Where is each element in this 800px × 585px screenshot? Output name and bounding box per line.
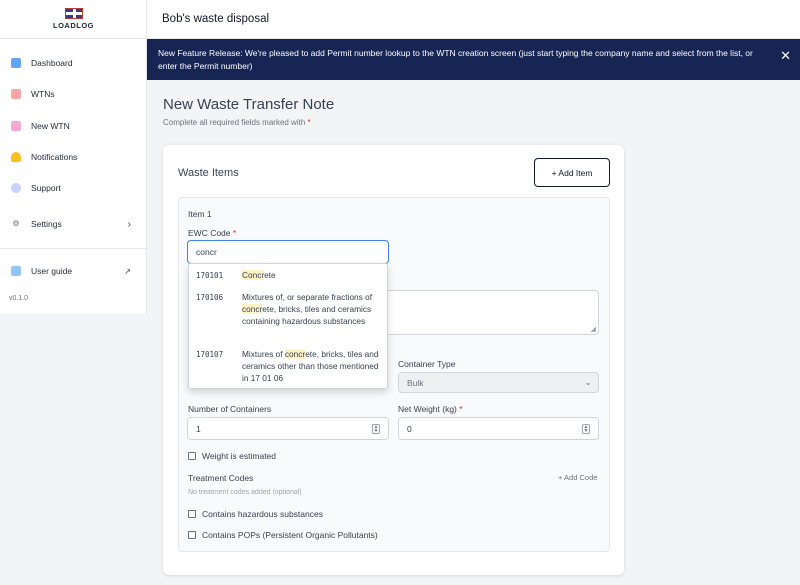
chart-icon (11, 58, 21, 68)
page-subtitle: Complete all required fields marked with… (163, 118, 311, 127)
sidebar-item-notifications[interactable]: Notifications (0, 146, 147, 168)
feature-banner: New Feature Release: We're pleased to ad… (147, 39, 800, 80)
suggestion-match: Concr (242, 270, 265, 280)
close-icon[interactable]: ✕ (780, 49, 791, 62)
suggestion-description: Concrete (242, 269, 382, 281)
pops-checkbox[interactable]: Contains POPs (Persistent Organic Pollut… (188, 530, 378, 540)
suggestion-code: 170106 (196, 293, 224, 302)
company-title: Bob's waste disposal (162, 13, 270, 25)
num-containers-value: 1 (196, 423, 201, 434)
suggestion-text-post: ete, bricks, tiles and ceramics containi… (242, 304, 372, 326)
ewc-code-label: EWC Code * (188, 228, 236, 238)
suggestion-option[interactable]: 170101 Concrete (189, 269, 389, 291)
suggestion-code: 170101 (196, 271, 224, 280)
suggestion-option[interactable]: 170106 Mixtures of, or separate fraction… (189, 291, 389, 343)
item-label: Item 1 (188, 209, 212, 219)
ewc-code-value: concr (196, 247, 217, 257)
add-item-button[interactable]: + Add Item (534, 158, 610, 187)
container-type-label: Container Type (398, 359, 456, 369)
suggestion-text-pre: Mixtures of, or separate fractions of (242, 292, 373, 302)
gear-icon: ⚙ (12, 219, 20, 228)
net-weight-label-text: Net Weight (kg) (398, 404, 457, 414)
hazardous-checkbox[interactable]: Contains hazardous substances (188, 509, 323, 519)
sidebar: LOADLOG Dashboard WTNs New WTN Notificat… (0, 0, 147, 585)
version-label: v0.1.0 (9, 295, 29, 302)
container-type-select[interactable]: Bulk ⌄ (398, 372, 599, 393)
page-title: New Waste Transfer Note (163, 96, 335, 113)
sidebar-item-dashboard[interactable]: Dashboard (0, 52, 147, 74)
suggestion-match: concr (284, 349, 306, 359)
sidebar-item-label: Support (31, 183, 61, 193)
chevron-down-icon: ⌄ (584, 377, 592, 387)
checkbox-icon[interactable] (188, 452, 196, 460)
external-link-icon: ↗ (124, 266, 131, 276)
page-subtitle-text: Complete all required fields marked with (163, 118, 306, 127)
sidebar-item-label: User guide (31, 266, 73, 276)
sidebar-item-support[interactable]: Support (0, 177, 147, 199)
logo[interactable]: LOADLOG (0, 0, 147, 39)
sidebar-item-label: Notifications (31, 152, 78, 162)
sidebar-item-label: Dashboard (31, 58, 73, 68)
required-mark: * (232, 228, 237, 238)
banner-text: New Feature Release: We're pleased to ad… (158, 48, 753, 71)
sidebar-item-label: Settings (31, 219, 62, 229)
treatment-codes-label: Treatment Codes (188, 473, 254, 483)
chat-icon (11, 183, 21, 193)
num-containers-input[interactable]: 1 ▲ ▼ (187, 417, 389, 440)
weight-estimated-checkbox[interactable]: Weight is estimated (188, 451, 276, 461)
resize-handle-icon[interactable]: ◢ (591, 325, 596, 333)
ewc-code-input[interactable]: concr (187, 240, 389, 264)
ewc-suggestions-dropdown: 170101 Concrete 170106 Mixtures of, or s… (188, 263, 388, 389)
no-treatment-codes-text: No treatment codes added (optional) (188, 489, 302, 496)
stepper-icon[interactable]: ▲ ▼ (582, 424, 590, 434)
add-code-button[interactable]: + Add Code (558, 473, 597, 482)
suggestion-text-post: ete (264, 270, 276, 280)
logo-text: LOADLOG (53, 21, 94, 30)
net-weight-input[interactable]: 0 ▲ ▼ (398, 417, 599, 440)
sidebar-item-label: New WTN (31, 121, 70, 131)
container-type-value: Bulk (407, 377, 424, 388)
flag-icon (64, 8, 83, 19)
book-icon (11, 266, 21, 276)
bell-icon (11, 152, 21, 162)
suggestion-description: Mixtures of, or separate fractions of co… (242, 291, 382, 327)
sidebar-item-wtns[interactable]: WTNs (0, 83, 147, 105)
pops-label: Contains POPs (Persistent Organic Pollut… (202, 530, 378, 540)
checkbox-icon[interactable] (188, 510, 196, 518)
top-bar: Bob's waste disposal (147, 0, 800, 39)
suggestion-match: concr (242, 304, 263, 314)
net-weight-value: 0 (407, 423, 412, 434)
sidebar-panel: LOADLOG Dashboard WTNs New WTN Notificat… (0, 0, 147, 314)
sidebar-item-new-wtn[interactable]: New WTN (0, 115, 147, 137)
suggestion-description: Mixtures of concrete, bricks, tiles and … (242, 348, 382, 384)
stepper-icon[interactable]: ▲ ▼ (372, 424, 380, 434)
card-title: Waste Items (178, 167, 239, 179)
required-mark: * (459, 404, 463, 414)
sidebar-item-settings[interactable]: ⚙ Settings › (0, 213, 147, 235)
sidebar-divider (0, 248, 147, 249)
sidebar-item-label: WTNs (31, 89, 55, 99)
hazardous-label: Contains hazardous substances (202, 509, 323, 519)
suggestion-code: 170107 (196, 350, 224, 359)
weight-estimated-label: Weight is estimated (202, 451, 277, 461)
net-weight-label: Net Weight (kg) * (398, 404, 463, 414)
checkbox-icon[interactable] (188, 531, 196, 539)
edit-icon (11, 121, 21, 131)
sidebar-item-user-guide[interactable]: User guide ↗ (0, 260, 147, 282)
suggestion-option[interactable]: 170107 Mixtures of concrete, bricks, til… (189, 348, 389, 388)
chevron-right-icon: › (127, 218, 131, 230)
suggestion-text-pre: Mixtures of (242, 349, 285, 359)
required-mark: * (307, 118, 311, 127)
num-containers-label: Number of Containers (188, 404, 272, 414)
clipboard-icon (11, 89, 21, 99)
ewc-code-label-text: EWC Code (188, 228, 231, 238)
